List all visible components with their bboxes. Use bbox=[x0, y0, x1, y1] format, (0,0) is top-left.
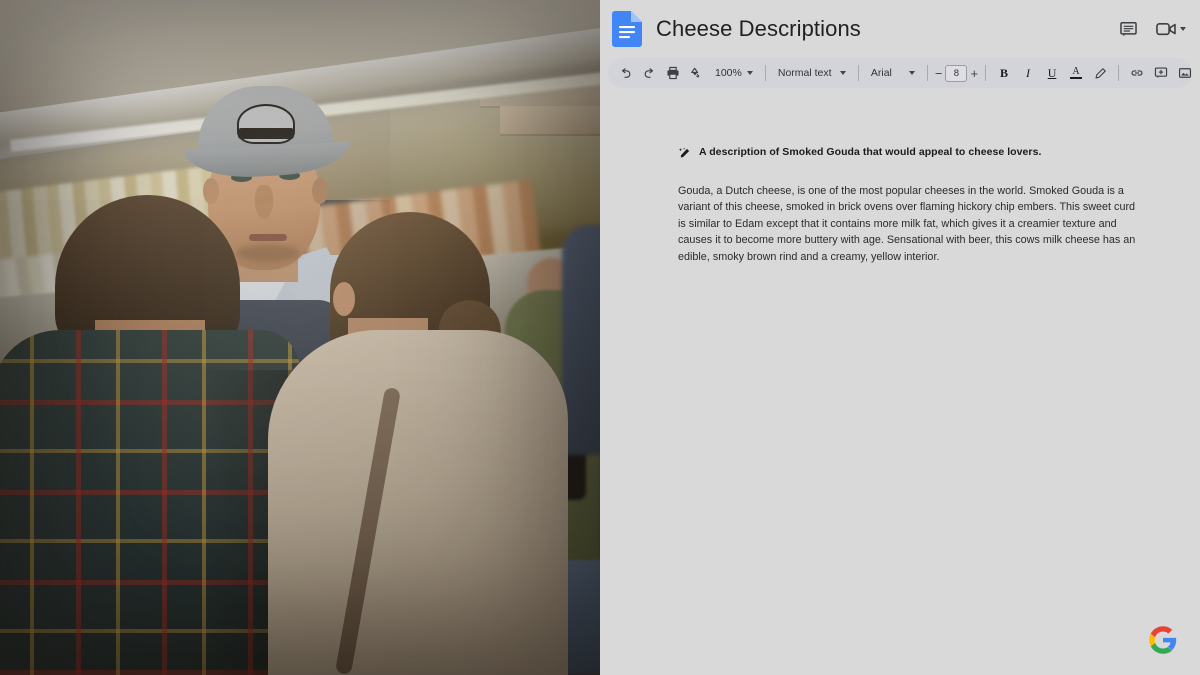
insert-link-button[interactable] bbox=[1126, 62, 1148, 84]
undo-button[interactable] bbox=[614, 62, 636, 84]
highlight-button[interactable] bbox=[1089, 62, 1111, 84]
font-size-input[interactable]: 8 bbox=[945, 64, 968, 82]
add-comment-button[interactable] bbox=[1150, 62, 1172, 84]
meet-button[interactable] bbox=[1156, 20, 1186, 38]
text-color-button[interactable]: A bbox=[1065, 62, 1087, 84]
document-heading-line: A description of Smoked Gouda that would… bbox=[678, 146, 1138, 160]
comment-icon bbox=[1120, 21, 1137, 36]
clerk-mouth bbox=[249, 234, 287, 241]
google-docs-icon bbox=[612, 11, 642, 47]
document-paragraph: Gouda, a Dutch cheese, is one of the mos… bbox=[678, 185, 1136, 263]
chevron-down-icon bbox=[908, 71, 915, 75]
chevron-down-icon bbox=[746, 71, 753, 75]
link-icon bbox=[1131, 70, 1143, 76]
redo-icon bbox=[644, 67, 653, 78]
font-size-increase-button[interactable]: + bbox=[970, 66, 978, 81]
chevron-down-icon bbox=[1180, 27, 1186, 31]
text-color-label: A bbox=[1072, 66, 1080, 77]
comment-history-button[interactable] bbox=[1119, 20, 1138, 39]
docs-toolbar: 100% Normal text Arial − 8 + B I U A bbox=[608, 58, 1192, 88]
font-size-decrease-button[interactable]: − bbox=[935, 66, 943, 81]
chevron-down-icon bbox=[839, 71, 846, 75]
video-camera-icon bbox=[1156, 23, 1176, 36]
clerk-nose bbox=[255, 185, 273, 219]
clerk-chin-shadow bbox=[236, 244, 300, 262]
redo-button[interactable] bbox=[638, 62, 660, 84]
paragraph-style-value: Normal text bbox=[777, 67, 832, 79]
add-comment-icon bbox=[1154, 67, 1168, 78]
print-icon bbox=[667, 66, 679, 80]
bold-button[interactable]: B bbox=[993, 62, 1015, 84]
font-size-stepper: − 8 + bbox=[935, 64, 978, 82]
toolbar-divider bbox=[985, 65, 987, 81]
undo-icon bbox=[621, 67, 630, 78]
header-actions bbox=[1119, 20, 1186, 39]
document-heading-text: A description of Smoked Gouda that would… bbox=[699, 146, 1042, 158]
ai-magic-pen-icon bbox=[678, 147, 690, 158]
italic-button[interactable]: I bbox=[1017, 62, 1039, 84]
underline-button[interactable]: U bbox=[1041, 62, 1063, 84]
clerk-ear-left bbox=[203, 178, 219, 204]
font-family-dropdown[interactable]: Arial bbox=[866, 62, 920, 84]
clerk-cap-logo-banner bbox=[238, 128, 294, 139]
google-docs-pane: Cheese Descriptions 100% Normal text Ari… bbox=[600, 0, 1200, 675]
toolbar-divider bbox=[1118, 65, 1120, 81]
highlight-pen-icon bbox=[1095, 67, 1106, 78]
insert-image-icon bbox=[1179, 68, 1192, 78]
clerk-ear-right bbox=[312, 178, 328, 204]
toolbar-divider bbox=[857, 65, 859, 81]
toolbar-divider bbox=[926, 65, 928, 81]
paragraph-style-dropdown[interactable]: Normal text bbox=[773, 62, 851, 84]
customer-woman-coat bbox=[268, 330, 568, 675]
spellcheck-button[interactable] bbox=[686, 62, 708, 84]
zoom-level-dropdown[interactable]: 100% bbox=[710, 62, 758, 84]
page-title[interactable]: Cheese Descriptions bbox=[656, 16, 861, 42]
document-canvas[interactable]: A description of Smoked Gouda that would… bbox=[600, 88, 1200, 675]
zoom-level-value: 100% bbox=[715, 67, 742, 79]
google-logo bbox=[1149, 626, 1177, 654]
insert-image-button[interactable] bbox=[1174, 62, 1196, 84]
video-scene-pane bbox=[0, 0, 600, 675]
document-body[interactable]: A description of Smoked Gouda that would… bbox=[678, 146, 1138, 265]
docs-header: Cheese Descriptions bbox=[600, 0, 1200, 58]
customer-woman-ear bbox=[333, 282, 355, 316]
toolbar-divider bbox=[764, 65, 766, 81]
font-family-value: Arial bbox=[870, 67, 892, 79]
spellcheck-icon bbox=[691, 67, 700, 78]
print-button[interactable] bbox=[662, 62, 684, 84]
text-color-swatch bbox=[1070, 77, 1083, 79]
